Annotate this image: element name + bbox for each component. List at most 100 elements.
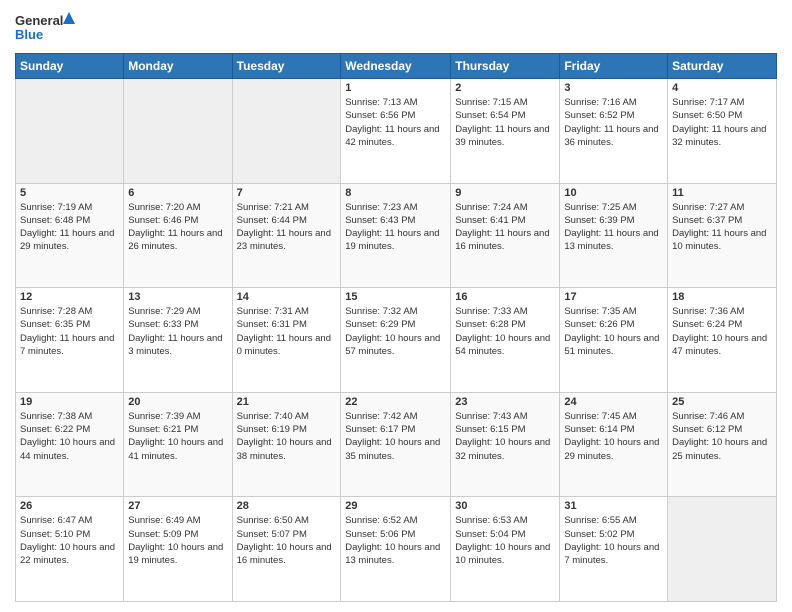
svg-text:General: General [15, 13, 63, 28]
day-number: 1 [345, 82, 446, 94]
day-info-line: Sunrise: 7:28 AM [20, 306, 92, 317]
day-info-line: Sunset: 6:17 PM [345, 424, 415, 435]
day-info: Sunrise: 7:39 AMSunset: 6:21 PMDaylight:… [128, 410, 227, 463]
day-number: 5 [20, 187, 119, 199]
weekday-monday: Monday [124, 54, 232, 79]
day-info-line: Daylight: 10 hours and 35 minutes. [345, 437, 440, 461]
day-number: 13 [128, 291, 227, 303]
day-info-line: Daylight: 10 hours and 41 minutes. [128, 437, 223, 461]
day-info-line: Sunrise: 7:39 AM [128, 411, 200, 422]
day-info-line: Daylight: 11 hours and 19 minutes. [345, 228, 439, 252]
day-number: 30 [455, 500, 555, 512]
day-info-line: Sunset: 5:09 PM [128, 529, 198, 540]
day-number: 29 [345, 500, 446, 512]
day-info: Sunrise: 7:20 AMSunset: 6:46 PMDaylight:… [128, 201, 227, 254]
weekday-thursday: Thursday [451, 54, 560, 79]
day-number: 9 [455, 187, 555, 199]
calendar-cell: 25Sunrise: 7:46 AMSunset: 6:12 PMDayligh… [668, 392, 777, 497]
day-number: 15 [345, 291, 446, 303]
day-info: Sunrise: 6:55 AMSunset: 5:02 PMDaylight:… [564, 514, 663, 567]
svg-text:Blue: Blue [15, 27, 43, 42]
calendar-cell: 15 Sunrise: 7:32 AMSunset: 6:29 PMDayligh… [341, 288, 451, 393]
day-info-line: Sunset: 6:19 PM [237, 424, 307, 435]
day-info-line: Daylight: 11 hours and 36 minutes. [564, 124, 658, 148]
calendar-cell [124, 79, 232, 184]
calendar-cell: 18Sunrise: 7:36 AMSunset: 6:24 PMDayligh… [668, 288, 777, 393]
day-info-line: Sunset: 6:46 PM [128, 215, 198, 226]
calendar-cell: 29Sunrise: 6:52 AMSunset: 5:06 PMDayligh… [341, 497, 451, 602]
day-info-line: Sunset: 6:44 PM [237, 215, 307, 226]
day-info-line: Sunrise: 6:47 AM [20, 515, 92, 526]
day-info: Sunrise: 7:40 AMSunset: 6:19 PMDaylight:… [237, 410, 337, 463]
day-info-line: Sunrise: 6:52 AM [345, 515, 417, 526]
day-number: 4 [672, 82, 772, 94]
calendar-table: SundayMondayTuesdayWednesdayThursdayFrid… [15, 53, 777, 602]
calendar-cell: 5Sunrise: 7:19 AMSunset: 6:48 PMDaylight… [16, 183, 124, 288]
day-info-line: Sunset: 6:28 PM [455, 319, 525, 330]
day-info-line: Sunset: 6:50 PM [672, 110, 742, 121]
day-info-line: Daylight: 10 hours and 13 minutes. [345, 542, 440, 566]
calendar-cell: 1 Sunrise: 7:13 AM Sunset: 6:56 PM Daylight… [341, 79, 451, 184]
day-number: 11 [672, 187, 772, 199]
day-info: Sunrise: 6:53 AMSunset: 5:04 PMDaylight:… [455, 514, 555, 567]
day-info-line: Sunset: 6:56 PM [345, 110, 415, 121]
day-info-line: Sunrise: 7:46 AM [672, 411, 744, 422]
day-number: 6 [128, 187, 227, 199]
week-row-5: 26Sunrise: 6:47 AMSunset: 5:10 PMDayligh… [16, 497, 777, 602]
calendar-cell: 21Sunrise: 7:40 AMSunset: 6:19 PMDayligh… [232, 392, 341, 497]
header: General Blue [15, 10, 777, 45]
day-info-line: Sunrise: 7:20 AM [128, 202, 200, 213]
day-info-line: Sunset: 5:04 PM [455, 529, 525, 540]
day-info-line: Sunrise: 7:35 AM [564, 306, 636, 317]
day-info: Sunrise: 7:33 AMSunset: 6:28 PMDaylight:… [455, 305, 555, 358]
day-info-line: Daylight: 11 hours and 16 minutes. [455, 228, 549, 252]
day-info-line: Daylight: 10 hours and 10 minutes. [455, 542, 550, 566]
day-info-line: Daylight: 11 hours and 13 minutes. [564, 228, 658, 252]
day-info-line: Daylight: 11 hours and 39 minutes. [455, 124, 549, 148]
day-number: 27 [128, 500, 227, 512]
day-info-line: Sunrise: 7:23 AM [345, 202, 417, 213]
calendar-cell: 7Sunrise: 7:21 AMSunset: 6:44 PMDaylight… [232, 183, 341, 288]
calendar-cell: 2Sunrise: 7:15 AMSunset: 6:54 PMDaylight… [451, 79, 560, 184]
calendar-cell: 28Sunrise: 6:50 AMSunset: 5:07 PMDayligh… [232, 497, 341, 602]
weekday-saturday: Saturday [668, 54, 777, 79]
calendar-cell: 27Sunrise: 6:49 AMSunset: 5:09 PMDayligh… [124, 497, 232, 602]
day-number: 17 [564, 291, 663, 303]
calendar-cell: 20Sunrise: 7:39 AMSunset: 6:21 PMDayligh… [124, 392, 232, 497]
calendar-cell: 4Sunrise: 7:17 AMSunset: 6:50 PMDaylight… [668, 79, 777, 184]
day-info-line: Daylight: 10 hours and 7 minutes. [564, 542, 659, 566]
page: General Blue SundayMondayTuesdayWednesda… [0, 0, 792, 612]
day-info: Sunrise: 7:43 AMSunset: 6:15 PMDaylight:… [455, 410, 555, 463]
calendar-cell: 11 Sunrise: 7:27 AMSunset: 6:37 PMDayligh… [668, 183, 777, 288]
day-info-line: Daylight: 11 hours and 42 minutes. [345, 124, 439, 148]
day-info-line: Sunset: 6:33 PM [128, 319, 198, 330]
day-info: Sunrise: 7:32 AMSunset: 6:29 PMDaylight:… [345, 305, 446, 358]
day-number: 23 [455, 396, 555, 408]
day-info-line: Sunrise: 7:25 AM [564, 202, 636, 213]
calendar-cell: 24Sunrise: 7:45 AMSunset: 6:14 PMDayligh… [560, 392, 668, 497]
day-info-line: Sunset: 6:48 PM [20, 215, 90, 226]
day-info-line: Sunrise: 6:49 AM [128, 515, 200, 526]
day-info-line: Daylight: 10 hours and 25 minutes. [672, 437, 767, 461]
day-info-line: Sunrise: 7:40 AM [237, 411, 309, 422]
day-info-line: Sunset: 6:54 PM [455, 110, 525, 121]
day-info-line: Sunset: 6:43 PM [345, 215, 415, 226]
day-info-line: Sunrise: 7:42 AM [345, 411, 417, 422]
day-number: 12 [20, 291, 119, 303]
day-info: Sunrise: 7:16 AMSunset: 6:52 PMDaylight:… [564, 96, 663, 149]
day-info-line: Sunset: 6:37 PM [672, 215, 742, 226]
day-info-line: Daylight: 10 hours and 47 minutes. [672, 333, 767, 357]
day-info-line: Daylight: 10 hours and 16 minutes. [237, 542, 332, 566]
day-info-line: Sunrise: 7:45 AM [564, 411, 636, 422]
day-info-line: Sunset: 5:02 PM [564, 529, 634, 540]
day-info-line: Daylight: 11 hours and 3 minutes. [128, 333, 222, 357]
day-info-line: Sunrise: 7:13 AM [345, 97, 417, 108]
day-number: 24 [564, 396, 663, 408]
day-info-line: Sunrise: 7:38 AM [20, 411, 92, 422]
day-info-line: Daylight: 11 hours and 0 minutes. [237, 333, 331, 357]
day-info-line: Sunset: 6:39 PM [564, 215, 634, 226]
calendar-cell [16, 79, 124, 184]
weekday-friday: Friday [560, 54, 668, 79]
day-info: Sunrise: 7:27 AMSunset: 6:37 PMDaylight:… [672, 201, 772, 254]
day-info-line: Sunrise: 7:15 AM [455, 97, 527, 108]
